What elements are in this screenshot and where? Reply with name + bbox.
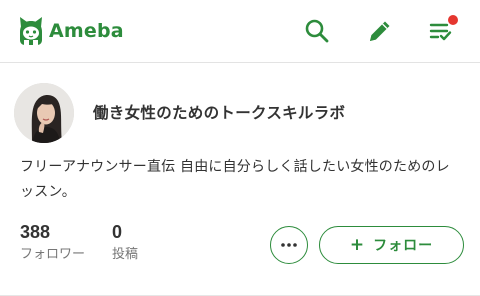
posts-label: 投稿 bbox=[112, 247, 139, 262]
ameba-logo[interactable]: Ameba bbox=[18, 15, 124, 47]
follow-button[interactable]: + フォロー bbox=[319, 226, 464, 264]
notification-badge bbox=[448, 15, 458, 25]
followers-label: フォロワー bbox=[20, 247, 86, 262]
blog-title[interactable]: 働き女性のためのトークスキルラボ bbox=[93, 101, 345, 123]
blog-description: フリーアナウンサー直伝 自由に自分らしく話したい女性のためのレッスン。 bbox=[20, 159, 450, 200]
search-button[interactable] bbox=[300, 14, 334, 48]
brand-name: Ameba bbox=[49, 20, 124, 42]
posts-stat: 0 投稿 bbox=[112, 221, 138, 263]
plus-icon: + bbox=[349, 234, 366, 255]
followers-count: 388 bbox=[20, 222, 51, 242]
more-options-button[interactable] bbox=[270, 226, 308, 264]
notifications-button[interactable] bbox=[424, 14, 458, 48]
write-post-button[interactable] bbox=[363, 14, 397, 48]
search-icon bbox=[305, 19, 329, 43]
ameba-logo-icon bbox=[20, 17, 42, 45]
ellipsis-icon bbox=[281, 243, 297, 247]
avatar[interactable] bbox=[14, 83, 74, 143]
app-header: Ameba bbox=[0, 0, 480, 62]
followers-stat[interactable]: 388 フォロワー bbox=[20, 221, 85, 263]
pencil-icon bbox=[370, 21, 390, 41]
avatar-photo bbox=[14, 83, 74, 143]
posts-count: 0 bbox=[112, 222, 123, 242]
follow-button-label: フォロー bbox=[373, 238, 434, 254]
profile-card: 働き女性のためのトークスキルラボ フリーアナウンサー直伝 自由に自分らしく話した… bbox=[0, 63, 480, 296]
